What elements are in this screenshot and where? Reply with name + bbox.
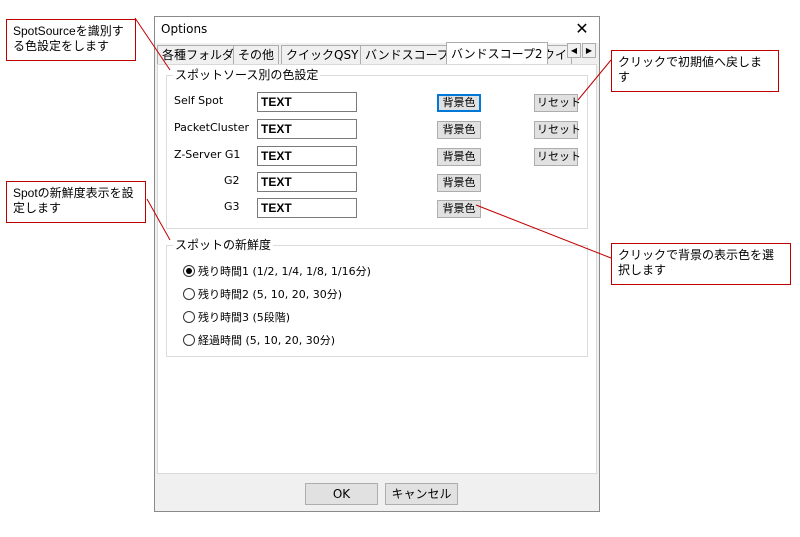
freshness-option-label: 残り時間3 (5段階) <box>198 311 291 324</box>
packetcluster-reset-button[interactable]: リセット <box>534 121 581 139</box>
self-spot-reset-button[interactable]: リセット <box>534 94 581 112</box>
g3-label: G3 <box>224 200 240 213</box>
tab-strip: 各種フォルダ その他 クイックQSY バンドスコープ バンドスコープ2 クイ ◀… <box>157 42 597 64</box>
self-spot-label: Self Spot <box>174 94 224 107</box>
radio-unchecked-icon[interactable] <box>183 288 195 300</box>
freshness-option-remaining-2[interactable]: 残り時間2 (5, 10, 20, 30分) <box>183 287 342 303</box>
zserver-g1-text-sample: TEXT <box>257 146 357 166</box>
packetcluster-bg-button[interactable]: 背景色 <box>437 121 481 139</box>
zserver-g1-bg-button[interactable]: 背景色 <box>437 148 481 166</box>
close-icon[interactable]: ✕ <box>565 17 599 43</box>
color-settings-group: スポットソース別の色設定 Self Spot TEXT 背景色 リセット Pac… <box>166 68 588 229</box>
zserver-g1-label: Z-Server G1 <box>174 148 241 161</box>
freshness-group: スポットの新鮮度 残り時間1 (1/2, 1/4, 1/8, 1/16分) 残り… <box>166 238 588 357</box>
tab-band-scope[interactable]: バンドスコープ <box>360 45 454 64</box>
g2-bg-button[interactable]: 背景色 <box>437 174 481 192</box>
self-spot-bg-button[interactable]: 背景色 <box>437 94 481 112</box>
color-group-legend: スポットソース別の色設定 <box>173 68 321 82</box>
options-dialog: Options ✕ 各種フォルダ その他 クイックQSY バンドスコープ バンド… <box>154 16 600 512</box>
tab-scroll-right-icon[interactable]: ▶ <box>582 43 596 58</box>
callout-reset: クリックで初期値へ戻します <box>611 50 779 92</box>
ok-button[interactable]: OK <box>305 483 378 505</box>
freshness-option-remaining-1[interactable]: 残り時間1 (1/2, 1/4, 1/8, 1/16分) <box>183 264 371 280</box>
packetcluster-text-sample: TEXT <box>257 119 357 139</box>
freshness-option-label: 残り時間1 (1/2, 1/4, 1/8, 1/16分) <box>198 265 371 278</box>
self-spot-text-sample: TEXT <box>257 92 357 112</box>
radio-checked-icon[interactable] <box>183 265 195 277</box>
zserver-g1-reset-button[interactable]: リセット <box>534 148 581 166</box>
title-bar: Options ✕ <box>155 17 599 43</box>
freshness-group-legend: スポットの新鮮度 <box>173 238 274 252</box>
dialog-title: Options <box>161 22 208 36</box>
radio-unchecked-icon[interactable] <box>183 334 195 346</box>
packetcluster-label: PacketCluster <box>174 121 250 134</box>
tab-other[interactable]: その他 <box>233 45 280 64</box>
callout-freshness: Spotの新鮮度表示を設定します <box>6 181 146 223</box>
g3-bg-button[interactable]: 背景色 <box>437 200 481 218</box>
tab-quick-qsy[interactable]: クイックQSY <box>281 45 364 64</box>
freshness-option-label: 残り時間2 (5, 10, 20, 30分) <box>198 288 343 301</box>
tab-panel: スポットソース別の色設定 Self Spot TEXT 背景色 リセット Pac… <box>157 64 597 474</box>
callout-background: クリックで背景の表示色を選択します <box>611 243 791 285</box>
tab-band-scope-2[interactable]: バンドスコープ2 <box>446 42 548 64</box>
cancel-button[interactable]: キャンセル <box>385 483 458 505</box>
freshness-option-elapsed[interactable]: 経過時間 (5, 10, 20, 30分) <box>183 333 335 349</box>
freshness-option-remaining-3[interactable]: 残り時間3 (5段階) <box>183 310 290 326</box>
radio-unchecked-icon[interactable] <box>183 311 195 323</box>
tab-folders[interactable]: 各種フォルダ <box>157 45 240 64</box>
callout-spotsource: SpotSourceを識別する色設定をします <box>6 19 136 61</box>
freshness-option-label: 経過時間 (5, 10, 20, 30分) <box>198 334 336 347</box>
g2-label: G2 <box>224 174 240 187</box>
g2-text-sample: TEXT <box>257 172 357 192</box>
tab-scroll-left-icon[interactable]: ◀ <box>567 43 581 58</box>
g3-text-sample: TEXT <box>257 198 357 218</box>
